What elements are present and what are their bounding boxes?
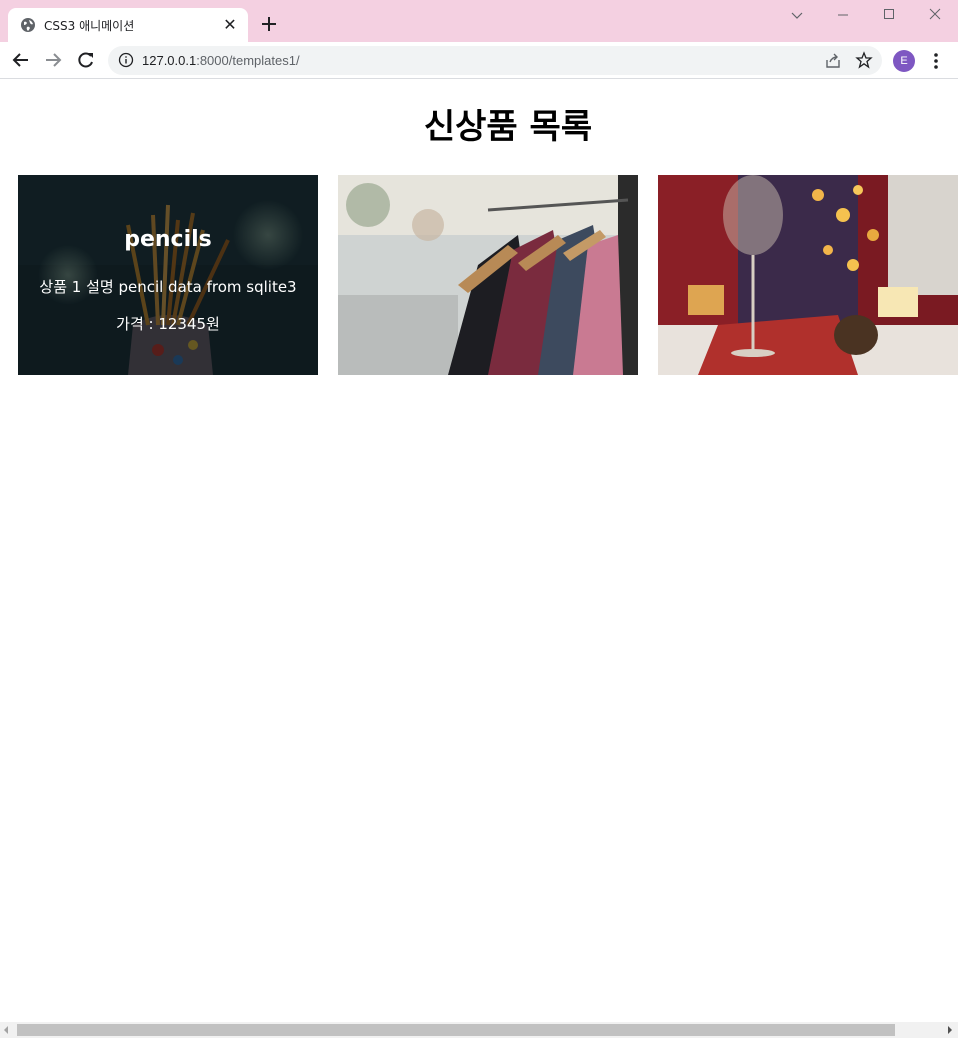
scrollbar-thumb[interactable] [17,1024,895,1036]
window-close-icon[interactable] [923,6,947,26]
product-name: pencils [124,227,212,252]
tab-title: CSS3 애니메이션 [44,19,135,33]
product-description: 상품 1 설명 pencil data from sqlite3 [39,278,297,296]
reload-icon[interactable] [76,50,96,70]
product-card-clothes[interactable] [338,175,638,375]
browser-tab[interactable]: CSS3 애니메이션 ✕ [8,8,248,42]
new-tab-icon[interactable] [258,13,280,35]
maximize-icon[interactable] [877,6,901,26]
back-arrow-icon[interactable] [11,50,31,70]
url-host: 127.0.0.1 [142,53,197,68]
product-price: 가격 : 12345원 [116,315,220,333]
browser-toolbar: 127.0.0.1:8000/templates1/ E [0,42,958,79]
globe-icon [21,18,35,32]
clothes-rack-image [338,175,638,375]
horizontal-scrollbar[interactable] [0,1022,958,1038]
more-menu-icon[interactable] [929,50,943,72]
holiday-table-image [658,175,958,375]
share-icon[interactable] [824,52,842,70]
forward-arrow-icon[interactable] [43,50,63,70]
page-viewport: 신상품 목록 pencils 상품 1 설명 pencil data from … [0,79,958,1022]
profile-avatar[interactable]: E [893,50,915,72]
address-bar[interactable]: 127.0.0.1:8000/templates1/ [108,46,882,75]
product-info-overlay [18,175,318,375]
scroll-left-arrow-icon[interactable] [4,1026,8,1034]
url-path: :8000/templates1/ [196,53,300,68]
site-info-icon[interactable] [118,52,134,68]
product-card-pencils[interactable]: pencils 상품 1 설명 pencil data from sqlite3… [18,175,318,375]
tab-search-icon[interactable] [785,6,809,26]
url-text: 127.0.0.1:8000/templates1/ [142,53,300,68]
tab-close-icon[interactable]: ✕ [220,15,240,35]
scroll-right-arrow-icon[interactable] [948,1026,952,1034]
minimize-icon[interactable] [831,6,855,26]
page-title: 신상품 목록 [423,107,593,147]
browser-titlebar: CSS3 애니메이션 ✕ [0,0,958,42]
product-card-table[interactable] [658,175,958,375]
bookmark-star-icon[interactable] [855,51,873,69]
